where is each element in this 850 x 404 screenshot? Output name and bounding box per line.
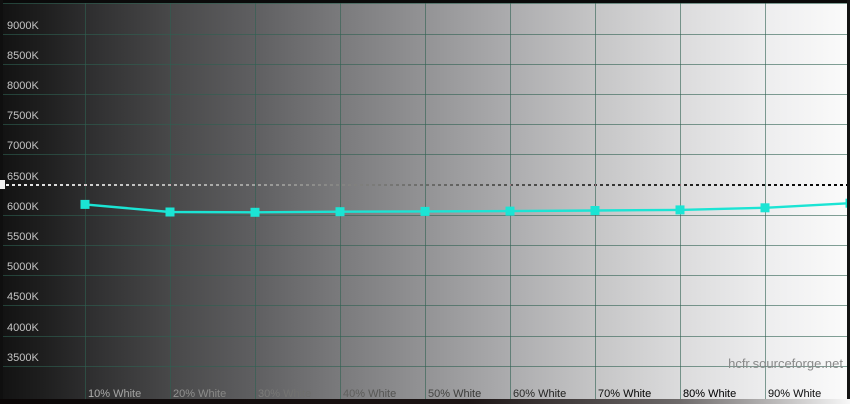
y-axis-tick-label: 5000K bbox=[7, 261, 39, 273]
y-axis-tick-label: 4500K bbox=[7, 291, 39, 303]
reference-level-marker bbox=[0, 180, 5, 189]
y-axis-tick-label: 8000K bbox=[7, 80, 39, 92]
y-axis-tick-label: 4000K bbox=[7, 322, 39, 334]
y-axis-tick-label: 6000K bbox=[7, 201, 39, 213]
temperature-series-plot bbox=[0, 0, 850, 404]
y-axis-tick-label: 5500K bbox=[7, 231, 39, 243]
data-point-marker bbox=[506, 207, 515, 216]
watermark: hcfr.sourceforge.net bbox=[728, 356, 843, 371]
data-point-marker bbox=[676, 205, 685, 214]
y-axis-tick-label: 8500K bbox=[7, 50, 39, 62]
y-axis-tick-label: 3500K bbox=[7, 352, 39, 364]
chart-border-left bbox=[0, 0, 3, 404]
data-point-marker bbox=[81, 200, 90, 209]
y-axis-tick-label: 7000K bbox=[7, 140, 39, 152]
color-temperature-chart: hcfr.sourceforge.net 9000K 8500K 8000K 7500… bbox=[0, 0, 850, 404]
temperature-line bbox=[85, 203, 850, 212]
chart-border-bottom bbox=[0, 399, 850, 404]
data-point-marker bbox=[591, 206, 600, 215]
data-point-marker bbox=[251, 208, 260, 217]
data-point-marker bbox=[421, 207, 430, 216]
data-point-marker bbox=[166, 208, 175, 217]
y-axis-tick-label: 6500K bbox=[7, 171, 39, 183]
chart-border-top bbox=[0, 0, 850, 3]
data-point-marker bbox=[336, 207, 345, 216]
y-axis-tick-label: 7500K bbox=[7, 110, 39, 122]
data-point-marker bbox=[761, 203, 770, 212]
y-axis-tick-label: 9000K bbox=[7, 20, 39, 32]
